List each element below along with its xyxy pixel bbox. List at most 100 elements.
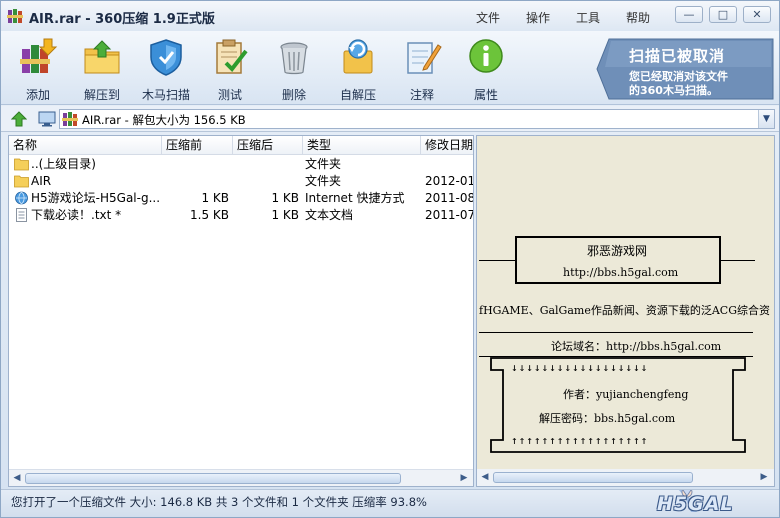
file-name: 下载必读！.txt *: [31, 208, 122, 222]
scroll-left-arrow-icon[interactable]: ◀: [10, 472, 24, 485]
self-extract-label: 自解压: [339, 88, 376, 102]
file-name: ..(上级目录): [31, 157, 96, 171]
file-size-after: 1 KB: [271, 191, 299, 205]
app-window: AIR.rar - 360压缩 1.9正式版 文件 操作 工具 帮助 — □ ✕…: [0, 0, 780, 518]
file-type: 文件夹: [305, 157, 342, 171]
minimize-button[interactable]: —: [675, 6, 703, 23]
preview-rule: [479, 332, 753, 333]
comment-button[interactable]: 注释: [391, 37, 453, 103]
books-add-icon: [20, 38, 58, 73]
add-label: 添加: [25, 88, 50, 102]
internet-shortcut-icon: [15, 191, 28, 205]
up-arrows: ↑↑↑↑↑↑↑↑↑↑↑↑↑↑↑↑↑↑: [511, 434, 649, 447]
file-row[interactable]: H5游戏论坛-H5Gal-g... 1 KB 1 KB Internet 快捷方…: [9, 190, 473, 207]
file-size-after: 1 KB: [271, 208, 299, 222]
up-arrow-icon[interactable]: [11, 111, 27, 127]
path-field[interactable]: AIR.rar - 解包大小为 156.5 KB ▼: [59, 109, 775, 129]
path-dropdown-button[interactable]: ▼: [758, 110, 774, 128]
status-bar: 您打开了一个压缩文件 大小: 146.8 KB 共 3 个文件和 1 个文件夹 …: [1, 489, 779, 517]
clipboard-check-icon: [216, 39, 248, 74]
site-url: http://bbs.h5gal.com: [563, 266, 679, 279]
add-button[interactable]: 添加: [7, 37, 69, 103]
column-header-size-after[interactable]: 压缩后: [233, 136, 303, 155]
file-date: 2011-07-: [425, 208, 473, 222]
menu-file[interactable]: 文件: [463, 9, 513, 26]
shield-icon: [150, 39, 182, 76]
address-bar: AIR.rar - 解包大小为 156.5 KB ▼: [1, 106, 779, 132]
status-text: 您打开了一个压缩文件 大小: 146.8 KB 共 3 个文件和 1 个文件夹 …: [11, 495, 427, 509]
menu-help[interactable]: 帮助: [613, 9, 663, 26]
scrollbar-thumb[interactable]: [493, 472, 693, 483]
notice-line-2: 的360木马扫描。: [629, 84, 718, 97]
info-icon: [469, 39, 503, 73]
down-arrows: ↓↓↓↓↓↓↓↓↓↓↓↓↓↓↓↓↓↓: [511, 361, 649, 374]
file-date: 2011-08-: [425, 191, 473, 205]
column-header-name[interactable]: 名称: [9, 136, 162, 155]
toolbar: 添加 解压到 木马扫描 测试 删除 自解压 注释 属性 扫描已被取消 您已经取消…: [1, 31, 779, 105]
folder-extract-icon: [84, 40, 120, 74]
maximize-button[interactable]: □: [709, 6, 737, 23]
delete-button[interactable]: 删除: [263, 37, 325, 103]
menu-bar: 文件 操作 工具 帮助: [463, 9, 663, 26]
file-date: 2012-01-: [425, 174, 473, 188]
properties-label: 属性: [473, 88, 498, 102]
file-row[interactable]: AIR 文件夹 2012-01-: [9, 173, 473, 190]
menu-tools[interactable]: 工具: [563, 9, 613, 26]
column-header-date[interactable]: 修改日期: [421, 136, 473, 155]
column-header-type[interactable]: 类型: [303, 136, 421, 155]
note-pen-icon: [407, 42, 442, 74]
menu-operation[interactable]: 操作: [513, 9, 563, 26]
file-name: AIR: [31, 174, 52, 188]
text-file-icon: [16, 208, 27, 222]
trojan-scan-label: 木马扫描: [141, 88, 190, 102]
file-type: 文件夹: [305, 174, 342, 188]
folder-icon: [14, 158, 29, 171]
file-list-horizontal-scrollbar[interactable]: ◀ ▶: [9, 469, 473, 486]
file-size-before: 1 KB: [201, 191, 229, 205]
file-name: H5游戏论坛-H5Gal-g...: [31, 191, 161, 205]
notice-title: 扫描已被取消: [629, 47, 726, 65]
forum-domain: 论坛域名：http://bbs.h5gal.com: [551, 340, 722, 353]
file-list[interactable]: 名称 压缩前 压缩后 类型 修改日期 ..(上级目录) 文件夹 AIR 文件夹 …: [8, 135, 474, 487]
test-button[interactable]: 测试: [199, 37, 261, 103]
window-title: AIR.rar - 360压缩 1.9正式版: [29, 12, 215, 27]
preview-horizontal-scrollbar[interactable]: ◀ ▶: [477, 469, 774, 486]
archive-icon: [62, 112, 78, 126]
self-extract-button[interactable]: 自解压: [327, 37, 389, 103]
author: 作者：yujianchengfeng: [563, 388, 689, 401]
scroll-left-arrow-icon[interactable]: ◀: [478, 471, 492, 484]
properties-button[interactable]: 属性: [455, 37, 517, 103]
trash-icon: [280, 42, 308, 75]
comment-label: 注释: [409, 88, 434, 102]
scroll-right-arrow-icon[interactable]: ▶: [757, 471, 771, 484]
scrollbar-thumb[interactable]: [25, 473, 401, 484]
extract-to-button[interactable]: 解压到: [71, 37, 133, 103]
scan-notice: 扫描已被取消 您已经取消对该文件 的360木马扫描。: [595, 37, 775, 101]
file-size-before: 1.5 KB: [190, 208, 229, 222]
trojan-scan-button[interactable]: 木马扫描: [135, 37, 197, 103]
close-button[interactable]: ✕: [743, 6, 771, 23]
extract-password: 解压密码：bbs.h5gal.com: [539, 412, 676, 425]
scroll-right-arrow-icon[interactable]: ▶: [457, 472, 471, 485]
archive-icon: [7, 9, 23, 23]
delete-label: 删除: [281, 88, 306, 102]
file-row[interactable]: ..(上级目录) 文件夹: [9, 156, 473, 173]
preview-rule: [719, 260, 755, 261]
file-type: 文本文档: [305, 208, 354, 222]
site-name: 邪恶游戏网: [587, 244, 648, 258]
site-logo: H5GAL: [657, 493, 734, 515]
window-controls: — □ ✕: [675, 6, 771, 23]
file-row[interactable]: 下载必读！.txt * 1.5 KB 1 KB 文本文档 2011-07-: [9, 207, 473, 224]
test-label: 测试: [217, 88, 242, 102]
view-mode-icon[interactable]: [38, 111, 56, 127]
preview-pane[interactable]: 邪恶游戏网 http://bbs.h5gal.com fHGAME、GalGam…: [476, 135, 775, 487]
extract-to-label: 解压到: [83, 88, 120, 102]
column-header-size-before[interactable]: 压缩前: [162, 136, 233, 155]
self-extract-icon: [343, 39, 373, 74]
site-description: fHGAME、GalGame作品新闻、资源下载的泛ACG综合资: [479, 304, 770, 317]
folder-icon: [14, 175, 29, 188]
path-text: AIR.rar - 解包大小为 156.5 KB: [82, 113, 246, 127]
file-type: Internet 快捷方式: [305, 191, 405, 205]
title-bar[interactable]: AIR.rar - 360压缩 1.9正式版 文件 操作 工具 帮助 — □ ✕: [1, 1, 779, 31]
preview-rule: [479, 260, 515, 261]
